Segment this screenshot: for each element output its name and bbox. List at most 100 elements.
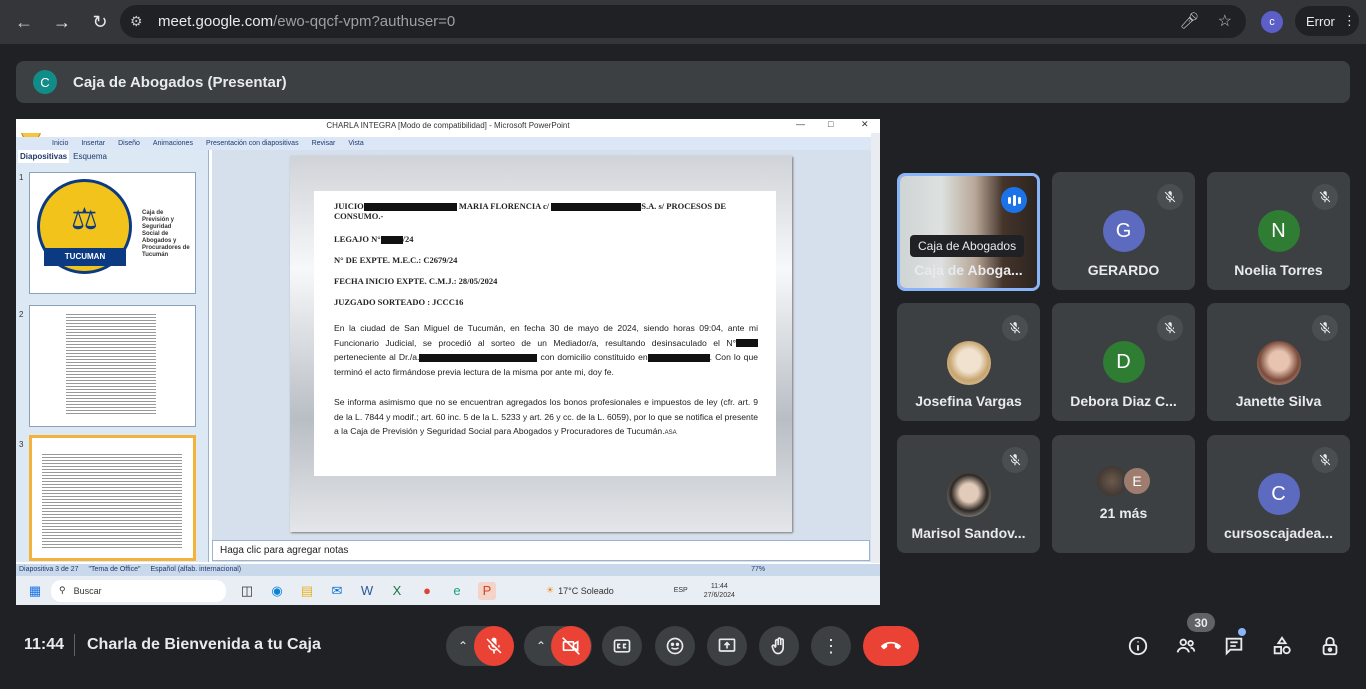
- more-options-button[interactable]: ⋮: [811, 626, 851, 666]
- present-icon: [718, 638, 736, 652]
- maximize-icon[interactable]: □: [828, 119, 833, 129]
- hand-icon: [771, 637, 784, 655]
- participant-tile-josefina[interactable]: Josefina Vargas: [897, 303, 1040, 421]
- bookmark-star-icon[interactable]: ☆: [1218, 11, 1232, 31]
- meeting-info-icon[interactable]: [1126, 634, 1150, 658]
- participant-tile-cursos[interactable]: C cursoscajadea...: [1207, 435, 1350, 553]
- app-e-icon[interactable]: e: [448, 582, 466, 600]
- speaking-indicator-icon: [1001, 187, 1027, 213]
- raise-hand-button[interactable]: [759, 626, 799, 666]
- slide-thumbnail-2[interactable]: [29, 305, 196, 427]
- reload-icon[interactable]: ↻: [82, 4, 118, 40]
- activities-icon[interactable]: [1270, 634, 1294, 658]
- hang-up-icon: [881, 641, 901, 650]
- minimize-icon[interactable]: —: [796, 119, 805, 129]
- participant-tile-caja[interactable]: Caja de Abogados Caja de Aboga...: [897, 173, 1040, 291]
- taskbar-search[interactable]: ⚲ Buscar: [51, 579, 226, 602]
- participant-name: 21 más: [1099, 505, 1148, 521]
- participant-tile-marisol[interactable]: Marisol Sandov...: [897, 435, 1040, 553]
- camera-off-button[interactable]: [551, 626, 591, 666]
- address-bar[interactable]: ⚙ meet.google.com/ewo-qqcf-vpm?authuser=…: [120, 5, 1246, 38]
- reactions-button[interactable]: [655, 626, 695, 666]
- profile-avatar[interactable]: c: [1261, 11, 1283, 33]
- vertical-scrollbar[interactable]: [871, 133, 880, 563]
- people-icon[interactable]: [1174, 634, 1198, 658]
- shared-screen: CHARLA INTEGRA [Modo de compatibilidad] …: [16, 119, 880, 605]
- menu-insertar[interactable]: Insertar: [81, 137, 105, 150]
- participant-tile-gerardo[interactable]: G GERARDO: [1052, 172, 1195, 290]
- captions-button[interactable]: [602, 626, 642, 666]
- participant-tile-janette[interactable]: Janette Silva: [1207, 303, 1350, 421]
- search-icon: ⚲: [59, 585, 66, 595]
- current-slide[interactable]: JUICIO MARIA FLORENCIA c/ S.A. s/ PROCES…: [290, 156, 792, 532]
- mail-icon[interactable]: ✉: [328, 582, 346, 600]
- captions-icon: [613, 639, 631, 653]
- video-off-icon: [562, 637, 580, 655]
- edge-icon[interactable]: ◉: [268, 582, 286, 600]
- chat-notification-dot: [1238, 628, 1246, 636]
- logo-band-text: TUCUMAN: [44, 248, 126, 266]
- avatar-photo: [946, 473, 991, 517]
- menu-diseno[interactable]: Diseño: [118, 137, 140, 150]
- mic-options-chevron-icon[interactable]: ⌃: [450, 626, 476, 666]
- presenter-title: Caja de Abogados (Presentar): [73, 73, 287, 91]
- windows-start-icon[interactable]: ▦: [26, 582, 44, 600]
- taskbar-clock[interactable]: 11:44 27/6/2024: [704, 582, 735, 600]
- meeting-clock: 11:44: [24, 636, 65, 653]
- microphone-off-button[interactable]: [474, 626, 514, 666]
- menu-vista[interactable]: Vista: [348, 137, 363, 150]
- task-view-icon[interactable]: ◫: [238, 582, 256, 600]
- site-settings-icon[interactable]: ⚙: [130, 13, 154, 30]
- excel-icon[interactable]: X: [388, 582, 406, 600]
- leave-call-button[interactable]: [863, 626, 919, 666]
- back-icon[interactable]: ←: [6, 4, 42, 40]
- input-language[interactable]: ESP: [674, 587, 688, 594]
- avatar: E: [1122, 466, 1152, 496]
- participant-name: Josefina Vargas: [915, 393, 1022, 409]
- slide-editor: JUICIO MARIA FLORENCIA c/ S.A. s/ PROCES…: [212, 150, 872, 562]
- doc-heading: JUICIO MARIA FLORENCIA c/ S.A. s/ PROCES…: [334, 201, 727, 222]
- slide-thumbnail-3[interactable]: [29, 435, 196, 561]
- logo-caption: Caja de Previsión y Seguridad Social de …: [142, 210, 190, 258]
- menu-inicio[interactable]: Inicio: [52, 137, 68, 150]
- slide-thumbnail-1[interactable]: ⚖ TUCUMAN Caja de Previsión y Seguridad …: [29, 172, 196, 294]
- participant-name: Marisol Sandov...: [911, 525, 1026, 541]
- emoji-icon: [666, 637, 684, 655]
- participant-count-badge: 30: [1187, 613, 1215, 632]
- participant-tile-more[interactable]: E 21 más: [1052, 435, 1195, 553]
- powerpoint-icon[interactable]: P: [478, 581, 496, 600]
- participant-name: Caja de Aboga...: [914, 262, 1023, 278]
- avatar: N: [1257, 210, 1300, 252]
- present-screen-button[interactable]: [707, 626, 747, 666]
- document-image: JUICIO MARIA FLORENCIA c/ S.A. s/ PROCES…: [314, 191, 776, 476]
- chat-icon[interactable]: [1222, 634, 1246, 658]
- menu-revisar[interactable]: Revisar: [312, 137, 336, 150]
- menu-presentacion[interactable]: Presentación con diapositivas: [206, 137, 299, 150]
- menu-animaciones[interactable]: Animaciones: [153, 137, 193, 150]
- windows-taskbar: ▦ ⚲ Buscar ◫ ◉ ▤ ✉ W X ● e P ☀ 17°C Solea…: [16, 576, 880, 605]
- tab-esquema[interactable]: Esquema: [73, 150, 107, 163]
- microphone-icon[interactable]: 🎤︎: [1179, 11, 1199, 31]
- chrome-icon[interactable]: ●: [418, 582, 436, 600]
- avatar-photo: [1256, 341, 1301, 385]
- avatar: D: [1102, 341, 1145, 383]
- zoom-level[interactable]: 77%: [751, 564, 765, 576]
- close-icon[interactable]: ✕: [861, 119, 869, 130]
- avatar: G: [1102, 210, 1145, 252]
- error-button[interactable]: Error ⋮: [1295, 6, 1359, 36]
- participant-tile-debora[interactable]: D Debora Diaz C...: [1052, 303, 1195, 421]
- tab-diapositivas[interactable]: Diapositivas: [18, 150, 70, 163]
- participant-tile-noelia[interactable]: N Noelia Torres: [1207, 172, 1350, 290]
- url-text[interactable]: meet.google.com/ewo-qqcf-vpm?authuser=0: [158, 13, 455, 30]
- more-vert-icon: ⋮: [1342, 13, 1356, 28]
- word-icon[interactable]: W: [358, 582, 376, 600]
- ppt-window-title: CHARLA INTEGRA [Modo de compatibilidad] …: [16, 119, 880, 133]
- ppt-status-bar: Diapositiva 3 de 27 "Tema de Office" Esp…: [16, 564, 880, 576]
- doc-juzgado: JUZGADO SORTEADO : JCCC16: [334, 297, 464, 308]
- weather-text: 17°C Soleado: [558, 585, 614, 596]
- doc-fecha: FECHA INICIO EXPTE. C.M.J.: 28/05/2024: [334, 276, 498, 287]
- host-controls-icon[interactable]: [1318, 634, 1342, 658]
- file-explorer-icon[interactable]: ▤: [298, 582, 316, 600]
- forward-icon[interactable]: →: [44, 4, 80, 40]
- notes-field[interactable]: Haga clic para agregar notas: [212, 540, 870, 561]
